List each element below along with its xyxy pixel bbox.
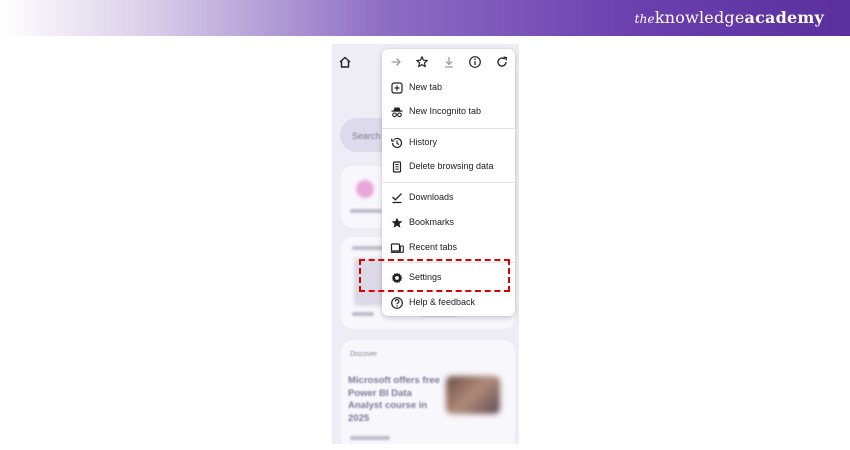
- menu-divider: [382, 128, 515, 129]
- download-icon[interactable]: [442, 55, 456, 69]
- menu-item-label: Recent tabs: [409, 242, 458, 252]
- page-info-icon[interactable]: [468, 55, 482, 69]
- article-title[interactable]: Microsoft offers free Power BI Data Anal…: [348, 375, 440, 425]
- menu-item-recent-tabs[interactable]: Recent tabs: [382, 236, 515, 260]
- shortcut-avatar[interactable]: [356, 180, 374, 198]
- menu-item-label: Delete browsing data: [409, 161, 494, 171]
- new-tab-icon: [391, 82, 403, 94]
- menu-item-label: New Incognito tab: [409, 106, 482, 116]
- history-icon: [391, 137, 403, 149]
- home-icon[interactable]: [338, 55, 352, 69]
- menu-item-bookmarks[interactable]: Bookmarks: [382, 211, 515, 235]
- background-search-placeholder: Search: [352, 131, 381, 141]
- recent-tabs-icon: [390, 243, 404, 253]
- help-icon: [391, 297, 403, 309]
- brand-logo: theknowledgeacademy: [635, 8, 824, 27]
- brand-banner: theknowledgeacademy: [0, 0, 850, 36]
- brand-prefix: the: [634, 12, 655, 26]
- menu-item-label: History: [409, 137, 438, 147]
- forward-arrow-icon[interactable]: [389, 55, 403, 69]
- article-source: [350, 436, 390, 440]
- star-icon: [391, 217, 403, 228]
- menu-item-downloads[interactable]: Downloads: [382, 186, 515, 210]
- bookmark-star-icon[interactable]: [415, 55, 429, 69]
- refresh-icon[interactable]: [495, 55, 509, 69]
- article-thumbnail[interactable]: [446, 376, 500, 414]
- shortcut-label: [350, 209, 382, 213]
- menu-item-label: Help & feedback: [409, 297, 476, 307]
- downloads-check-icon: [392, 193, 402, 204]
- menu-item-history[interactable]: History: [382, 131, 515, 155]
- continue-caption: [352, 312, 374, 316]
- menu-item-label: Bookmarks: [409, 217, 455, 227]
- discover-label: Discover: [350, 351, 378, 358]
- menu-toolbar: [382, 49, 515, 76]
- settings-highlight-box: [359, 259, 510, 292]
- brand-name-light: knowledge: [654, 8, 745, 27]
- menu-divider: [382, 182, 515, 183]
- menu-item-label: Downloads: [409, 192, 454, 202]
- menu-item-help-feedback[interactable]: Help & feedback: [382, 291, 515, 315]
- brand-name-bold: academy: [744, 8, 824, 27]
- incognito-icon: [391, 107, 403, 118]
- trash-icon: [392, 161, 402, 173]
- menu-item-new-incognito-tab[interactable]: New Incognito tab: [382, 100, 515, 124]
- menu-item-new-tab[interactable]: New tab: [382, 76, 515, 100]
- menu-item-label: New tab: [409, 82, 443, 92]
- menu-item-delete-browsing-data[interactable]: Delete browsing data: [382, 155, 515, 179]
